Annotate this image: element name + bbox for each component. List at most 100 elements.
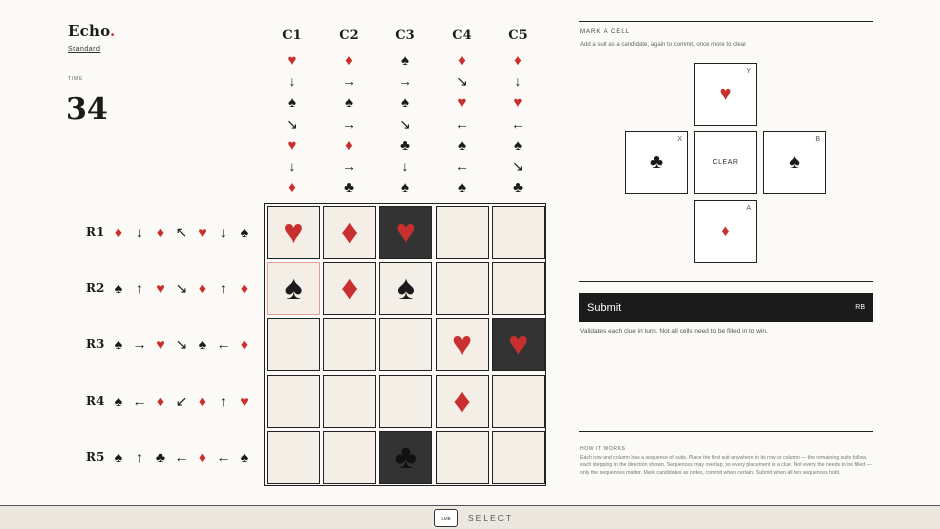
board-cell[interactable] [267, 374, 320, 428]
key-y-heart[interactable]: Y ♥ [694, 63, 757, 126]
key-b-label: B [815, 136, 820, 143]
mode-link[interactable]: Standard [68, 46, 100, 53]
heart-icon: ♥ [283, 213, 304, 251]
board-cell[interactable]: ♥ [379, 206, 433, 259]
down-icon: ↓ [514, 73, 522, 90]
spade-icon: ♠ [789, 151, 800, 173]
left-icon: ← [216, 336, 231, 352]
row-clue-r3: R3 ♠ → ♥ ↘ ♠ ← ♦ [86, 332, 255, 356]
column-clue-list: ♦ → ♠ → ♦ → ♣ [329, 50, 369, 198]
board-cell[interactable] [267, 430, 320, 484]
up-icon: ↑ [136, 449, 143, 465]
lmb-button-icon: LMB [434, 509, 458, 527]
diamond-icon: ♦ [240, 280, 249, 296]
board-cell[interactable] [267, 318, 320, 372]
down-right-icon: ↘ [456, 73, 468, 90]
spade-icon: ♠ [284, 269, 303, 308]
row-header: R1 [86, 225, 105, 239]
mark-cell-hint: Add a suit as a candidate, again to comm… [580, 42, 747, 48]
board-cell[interactable]: ♥ [491, 318, 545, 372]
board-cell[interactable] [379, 374, 433, 428]
spade-icon: ♠ [240, 449, 249, 465]
board-cell[interactable]: ♠ [379, 262, 433, 316]
left-icon: ← [132, 393, 147, 409]
validate-note: Validates each clue in turn. Not all cel… [580, 328, 768, 335]
heart-icon: ♥ [508, 325, 529, 364]
board-cell[interactable]: ♦ [323, 262, 377, 316]
key-x-club[interactable]: X ♣ [625, 131, 688, 194]
diamond-icon: ♦ [288, 179, 296, 197]
board-cell[interactable] [323, 430, 377, 484]
key-b-spade[interactable]: B ♠ [763, 131, 826, 194]
right-icon: → [132, 336, 147, 352]
board-cell[interactable]: ♥ [435, 318, 489, 372]
board-cell[interactable] [435, 430, 489, 484]
key-y-label: Y [746, 68, 751, 75]
column-header-c5: C5 [508, 28, 528, 43]
club-icon: ♣ [400, 136, 410, 154]
key-x-label: X [677, 136, 682, 143]
spade-icon: ♠ [345, 94, 353, 112]
board-cell[interactable] [491, 430, 545, 484]
divider [579, 431, 873, 432]
board-cell[interactable] [323, 374, 377, 428]
heart-icon: ♥ [198, 224, 207, 240]
key-a-diamond[interactable]: A ♦ [694, 200, 757, 263]
key-clear[interactable]: CLEAR [694, 131, 757, 194]
time-label: TIME [68, 76, 84, 82]
diamond-icon: ♦ [198, 393, 207, 409]
heart-icon: ♥ [719, 83, 732, 105]
mark-cell-title: MARK A CELL [580, 29, 631, 35]
down-left-icon: ↙ [175, 392, 188, 409]
down-right-icon: ↘ [399, 115, 411, 132]
down-right-icon: ↘ [512, 157, 524, 174]
board-cell[interactable] [379, 318, 433, 372]
down-right-icon: ↘ [286, 115, 298, 132]
heart-icon: ♥ [287, 136, 297, 154]
heart-icon: ♥ [513, 94, 523, 112]
brand-title: Echo. [68, 22, 116, 40]
club-icon: ♣ [649, 151, 664, 173]
down-icon: ↓ [288, 73, 296, 90]
board-cell[interactable]: ♦ [323, 206, 377, 259]
spade-icon: ♠ [458, 179, 466, 197]
spade-icon: ♠ [458, 136, 466, 154]
diamond-icon: ♦ [458, 52, 466, 69]
down-icon: ↓ [288, 157, 296, 174]
row-clue-r2: R2 ♠ ↑ ♥ ↘ ♦ ↑ ♦ [86, 276, 255, 300]
heart-icon: ♥ [395, 213, 416, 251]
down-icon: ↓ [136, 224, 143, 240]
submit-button[interactable]: Submit RB [579, 293, 873, 322]
board-cell[interactable] [491, 206, 545, 259]
left-icon: ← [455, 157, 469, 174]
right-icon: → [398, 73, 412, 90]
board-cell[interactable] [491, 262, 545, 316]
board-cell[interactable]: ♥ [267, 206, 320, 259]
heart-icon: ♥ [452, 325, 473, 364]
up-left-icon: ↖ [175, 223, 188, 240]
board-cell[interactable] [435, 206, 489, 259]
row-clue-r4: R4 ♠ ← ♦ ↙ ♦ ↑ ♥ [86, 389, 255, 413]
key-a-label: A [746, 205, 751, 212]
board-cell[interactable] [491, 374, 545, 428]
column-clue-list: ♥ ↓ ♠ ↘ ♥ ↓ ♦ [272, 50, 312, 198]
right-icon: → [342, 115, 356, 132]
board-cell[interactable]: ♠ [267, 262, 320, 316]
diamond-icon: ♦ [198, 449, 207, 465]
club-icon: ♣ [344, 179, 354, 197]
board-cell[interactable]: ♦ [435, 374, 489, 428]
diamond-icon: ♦ [341, 213, 359, 251]
up-icon: ↑ [220, 280, 227, 296]
left-icon: ← [174, 449, 189, 465]
diamond-icon: ♦ [514, 52, 522, 69]
club-icon: ♣ [155, 449, 166, 465]
spade-icon: ♠ [396, 269, 415, 308]
spade-icon: ♠ [114, 393, 123, 409]
board-cell[interactable] [323, 318, 377, 372]
diamond-icon: ♦ [156, 393, 165, 409]
spade-icon: ♠ [401, 94, 409, 112]
up-icon: ↑ [136, 280, 143, 296]
board-cell[interactable]: ♣ [379, 430, 433, 484]
board-cell[interactable] [435, 262, 489, 316]
heart-icon: ♥ [287, 52, 297, 69]
